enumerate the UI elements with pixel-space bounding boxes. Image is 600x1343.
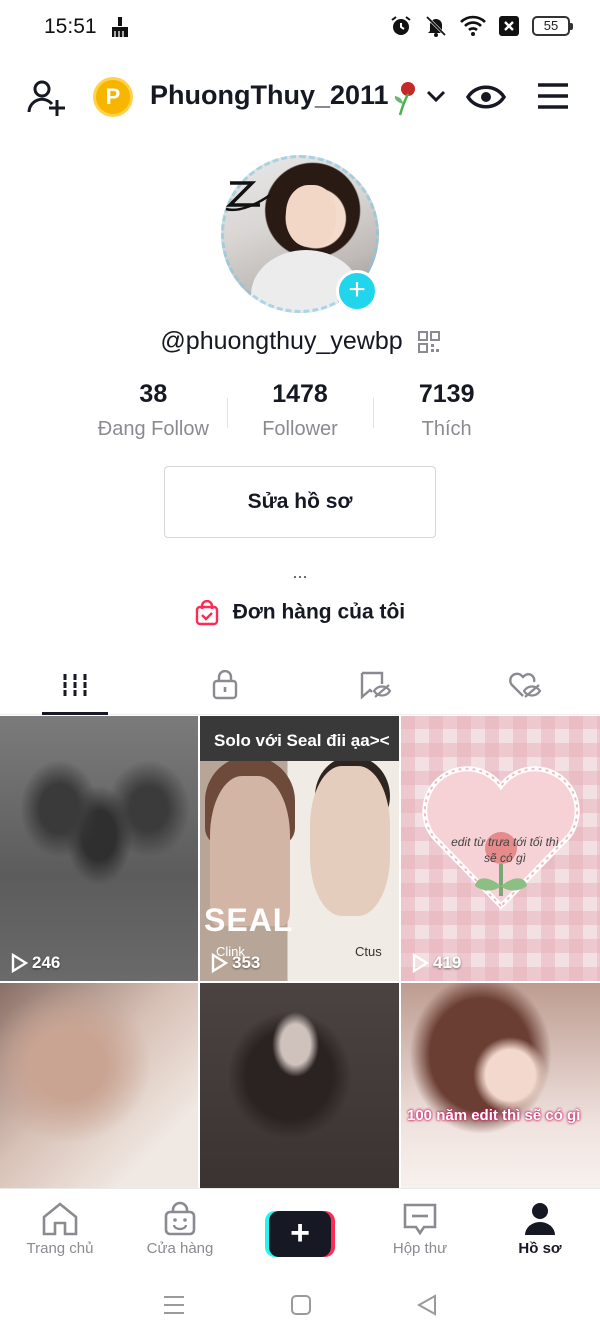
nav-inbox[interactable]: Hộp thư (360, 1189, 480, 1264)
shop-icon (164, 1201, 196, 1236)
nav-label: Hộp thư (392, 1240, 448, 1257)
profile-stats: 38 Đang Follow 1478 Follower 7139 Thích (80, 380, 520, 450)
wifi-icon (460, 15, 486, 36)
stat-likes[interactable]: 7139 Thích (373, 380, 520, 450)
handle-text: @phuongthuy_yewbp (160, 327, 403, 355)
bookmark-hidden-icon (360, 671, 392, 700)
qr-code-icon[interactable] (417, 331, 440, 354)
home-icon (42, 1202, 78, 1236)
nav-create[interactable]: + (240, 1189, 360, 1264)
edit-profile-button[interactable]: Sửa hồ sơ (164, 466, 436, 538)
create-icon: + (265, 1211, 335, 1257)
view-count: 246 (10, 953, 60, 973)
play-icon (211, 953, 228, 973)
nav-home[interactable]: Trang chủ (0, 1189, 120, 1264)
nav-label: Hồ sơ (518, 1240, 562, 1257)
stat-following[interactable]: 38 Đang Follow (80, 380, 227, 450)
video-thumbnail[interactable]: 246 (0, 716, 198, 981)
account-switcher-name[interactable]: PhuongThuy_2011 (150, 80, 389, 111)
alarm-icon (391, 16, 411, 35)
stat-value: 38 (139, 380, 168, 408)
profile-header: P PhuongThuy_2011 (0, 72, 600, 124)
tab-saved[interactable] (300, 655, 450, 714)
video-grid: 246 Solo với Seal đii ạa>< SEAL Clink Ct… (0, 716, 600, 1188)
add-story-plus-button[interactable]: + (336, 270, 378, 312)
divider (227, 398, 228, 428)
video-thumbnail[interactable] (200, 983, 399, 1188)
battery-indicator: 55 (532, 16, 573, 36)
grid-icon (62, 673, 88, 696)
video-thumbnail[interactable]: edit từ trưa tới tối thì sẽ có gì 419 (401, 716, 600, 981)
play-icon (412, 953, 429, 973)
nav-profile[interactable]: Hồ sơ (480, 1189, 600, 1264)
stat-label: Đang Follow (97, 418, 209, 440)
video-thumbnail[interactable]: Solo với Seal đii ạa>< SEAL Clink Ctus 3… (200, 716, 399, 981)
view-count: 419 (411, 953, 461, 973)
mute-bell-icon (425, 15, 447, 37)
thumb-shape (310, 766, 390, 916)
chevron-down-icon[interactable] (425, 88, 447, 104)
profile-icon (525, 1203, 555, 1235)
heart-hidden-icon (509, 672, 542, 698)
profile-views-eye-icon[interactable] (466, 82, 506, 112)
video-overlay-text: 100 năm edit thì sẽ có gì (407, 1107, 581, 1124)
stat-label: Follower (262, 418, 338, 440)
stat-value: 7139 (418, 380, 475, 408)
nav-label: Cửa hàng (146, 1240, 214, 1257)
play-icon (11, 953, 28, 973)
profile-handle: @phuongthuy_yewbp (0, 327, 600, 356)
tab-liked[interactable] (450, 655, 600, 714)
view-count-text: 419 (433, 953, 462, 972)
bottom-navigation: Trang chủ Cửa hàng + Hộp thư Hồ sơ (0, 1188, 600, 1264)
video-thumbnail[interactable] (0, 983, 198, 1188)
sim-off-icon (499, 16, 519, 36)
rose-emoji-icon (394, 82, 415, 116)
back-icon[interactable] (416, 1293, 438, 1316)
video-sub-right: Ctus (355, 944, 382, 959)
home-button-icon[interactable] (290, 1294, 312, 1316)
stat-label: Thích (421, 418, 472, 440)
lock-icon (212, 669, 238, 699)
doodle-icon (225, 181, 271, 212)
my-orders-link[interactable]: Đơn hàng của tôi (0, 600, 600, 626)
my-orders-label: Đơn hàng của tôi (232, 600, 406, 624)
add-friend-icon[interactable] (26, 78, 66, 118)
status-bar: 15:51 55 (0, 0, 600, 56)
tab-videos[interactable] (0, 655, 150, 715)
video-caption: Solo với Seal đii ạa>< (214, 731, 390, 750)
video-overlay-text: SEAL (204, 902, 294, 938)
system-navigation-bar (0, 1266, 600, 1343)
tab-private[interactable] (150, 655, 300, 714)
hamburger-menu-icon[interactable] (536, 82, 570, 110)
stat-followers[interactable]: 1478 Follower (227, 380, 374, 450)
bio-more[interactable]: ... (0, 562, 600, 583)
view-count-text: 246 (32, 953, 61, 972)
coin-icon[interactable]: P (93, 77, 133, 117)
nav-label: Trang chủ (26, 1240, 94, 1257)
recent-apps-icon[interactable] (162, 1294, 186, 1316)
broom-icon (112, 17, 128, 37)
profile-tabs (0, 655, 600, 715)
inbox-icon (403, 1203, 437, 1236)
video-overlay-text: edit từ trưa tới tối thì sẽ có gì (451, 835, 559, 865)
divider (373, 398, 374, 428)
video-thumbnail[interactable]: 100 năm edit thì sẽ có gì (401, 983, 600, 1188)
view-count-text: 353 (232, 953, 261, 972)
nav-shop[interactable]: Cửa hàng (120, 1189, 240, 1264)
view-count: 353 (210, 953, 260, 973)
stat-value: 1478 (272, 380, 328, 408)
status-time: 15:51 (44, 15, 97, 38)
shopping-bag-icon (195, 600, 219, 626)
